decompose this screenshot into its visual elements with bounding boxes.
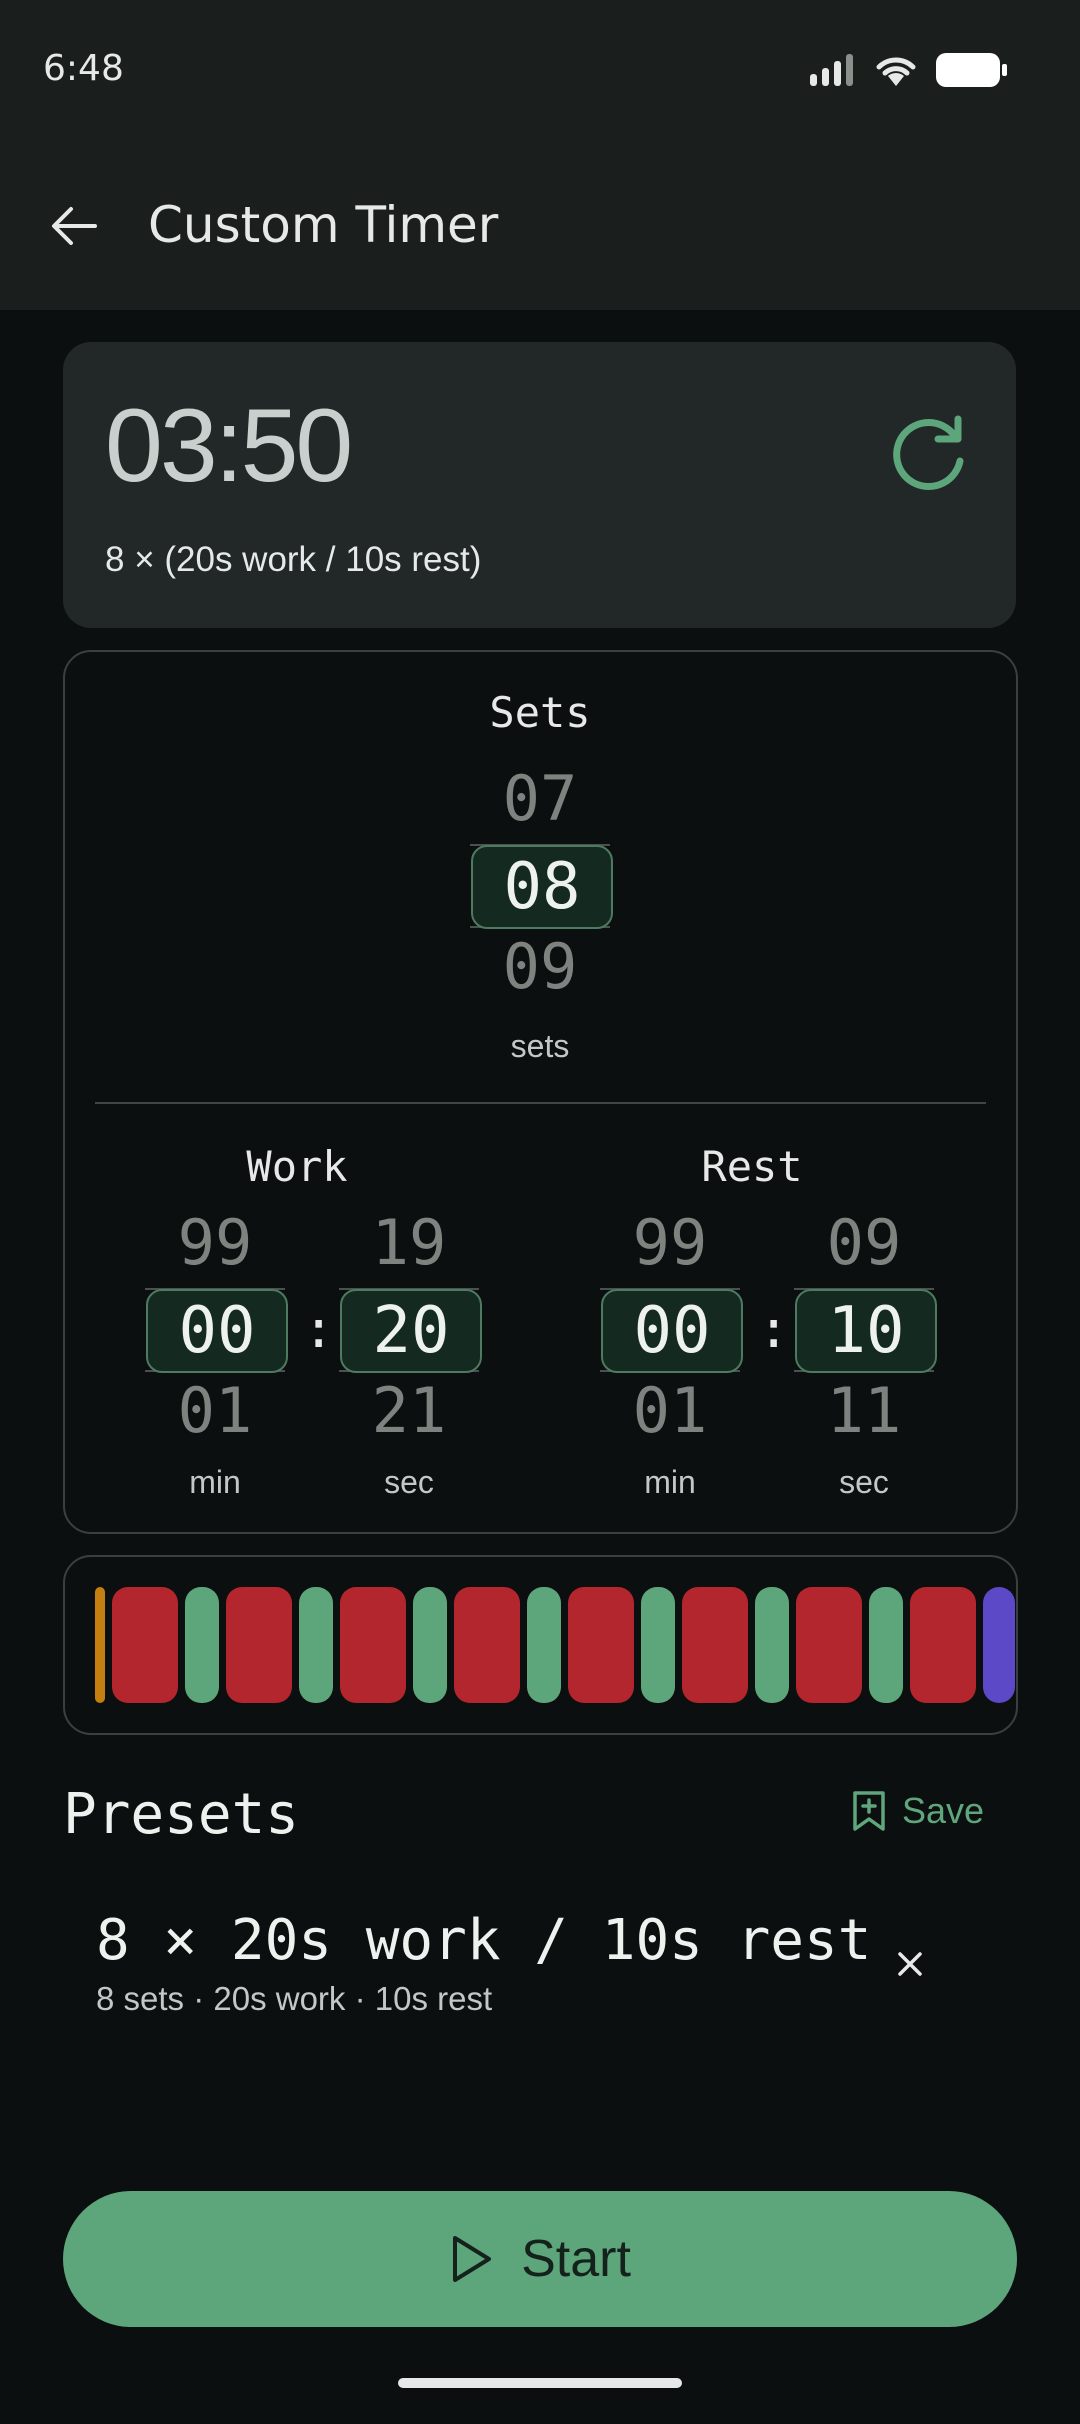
timeline-segment-finish (983, 1587, 1015, 1703)
arrow-left-icon (52, 207, 97, 245)
page-title: Custom Timer (148, 196, 499, 254)
timeline-segment-work (112, 1587, 178, 1703)
rest-sec-prev[interactable]: 09 (794, 1206, 934, 1279)
timeline-segment-work (910, 1587, 976, 1703)
sets-picker-selected[interactable]: 08 (471, 845, 613, 929)
rest-min-prev[interactable]: 99 (600, 1206, 740, 1279)
work-sec-next[interactable]: 21 (339, 1374, 479, 1447)
work-time-separator: : (303, 1300, 335, 1360)
interval-formula: 8 × (20s work / 10s rest) (105, 540, 482, 579)
timeline-segment-rest (413, 1587, 447, 1703)
refresh-icon (893, 415, 964, 491)
start-label: Start (521, 2230, 631, 2288)
timeline-segment-rest (755, 1587, 789, 1703)
timeline-segment-rest (527, 1587, 561, 1703)
rest-sec-next[interactable]: 11 (794, 1374, 934, 1447)
timeline-segment-work (454, 1587, 520, 1703)
status-time: 6:48 (43, 48, 124, 89)
app-bar: 6:48 Custom Timer (0, 0, 1080, 310)
rest-min-next[interactable]: 01 (600, 1374, 740, 1447)
rest-sec-unit: sec (839, 1464, 889, 1500)
rest-seconds-picker[interactable]: 10 (795, 1289, 937, 1373)
summary-card: 03:50 8 × (20s work / 10s rest) (63, 342, 1016, 628)
total-duration: 03:50 (105, 388, 353, 504)
delete-preset-button[interactable] (890, 1944, 930, 1984)
close-icon (898, 1952, 922, 1976)
timeline-segment-rest (299, 1587, 333, 1703)
rest-minutes-picker[interactable]: 00 (601, 1289, 743, 1373)
work-min-unit: min (189, 1464, 241, 1500)
work-min-prev[interactable]: 99 (145, 1206, 285, 1279)
play-icon (453, 2236, 492, 2282)
timeline-segment-rest (869, 1587, 903, 1703)
start-button[interactable]: Start (63, 2191, 1017, 2327)
work-seconds-picker[interactable]: 20 (340, 1289, 482, 1373)
work-label: Work (246, 1142, 348, 1191)
preset-item-detail: 8 sets · 20s work · 10s rest (96, 1980, 493, 2017)
timeline-segment-prep (95, 1587, 105, 1703)
rest-label: Rest (701, 1142, 803, 1191)
rest-min-unit: min (644, 1464, 696, 1500)
work-sec-prev[interactable]: 19 (339, 1206, 479, 1279)
sets-prev-value[interactable]: 07 (470, 762, 610, 835)
save-label: Save (901, 1790, 984, 1831)
section-divider (95, 1102, 986, 1104)
interval-timeline (63, 1555, 1018, 1735)
sets-label: Sets (489, 688, 591, 737)
timer-settings-card: Sets 07 08 09 sets Work 99 00 01 min : 1… (63, 650, 1018, 1534)
home-indicator[interactable] (398, 2378, 682, 2388)
work-minutes-picker[interactable]: 00 (146, 1289, 288, 1373)
sets-unit-label: sets (510, 1028, 570, 1064)
timeline-segment-work (340, 1587, 406, 1703)
wifi-icon (876, 57, 916, 86)
timeline-segment-work (226, 1587, 292, 1703)
work-sec-unit: sec (384, 1464, 434, 1500)
timeline-segment-rest (185, 1587, 219, 1703)
rest-time-separator: : (758, 1300, 790, 1360)
work-min-next[interactable]: 01 (145, 1374, 285, 1447)
sets-next-value[interactable]: 09 (470, 930, 610, 1003)
timeline-segment-work (796, 1587, 862, 1703)
preset-item-name[interactable]: 8 × 20s work / 10s rest (96, 1908, 871, 1973)
back-button[interactable] (44, 196, 104, 256)
save-preset-button[interactable]: Save (852, 1790, 984, 1832)
status-icons (810, 52, 1008, 88)
timeline-segment-work (568, 1587, 634, 1703)
timeline-segment-rest (641, 1587, 675, 1703)
battery-icon (936, 53, 1007, 87)
presets-heading: Presets (63, 1782, 300, 1847)
bookmark-add-icon (853, 1791, 885, 1831)
timeline-segment-work (682, 1587, 748, 1703)
signal-icon (810, 54, 853, 86)
reset-button[interactable] (884, 409, 974, 499)
